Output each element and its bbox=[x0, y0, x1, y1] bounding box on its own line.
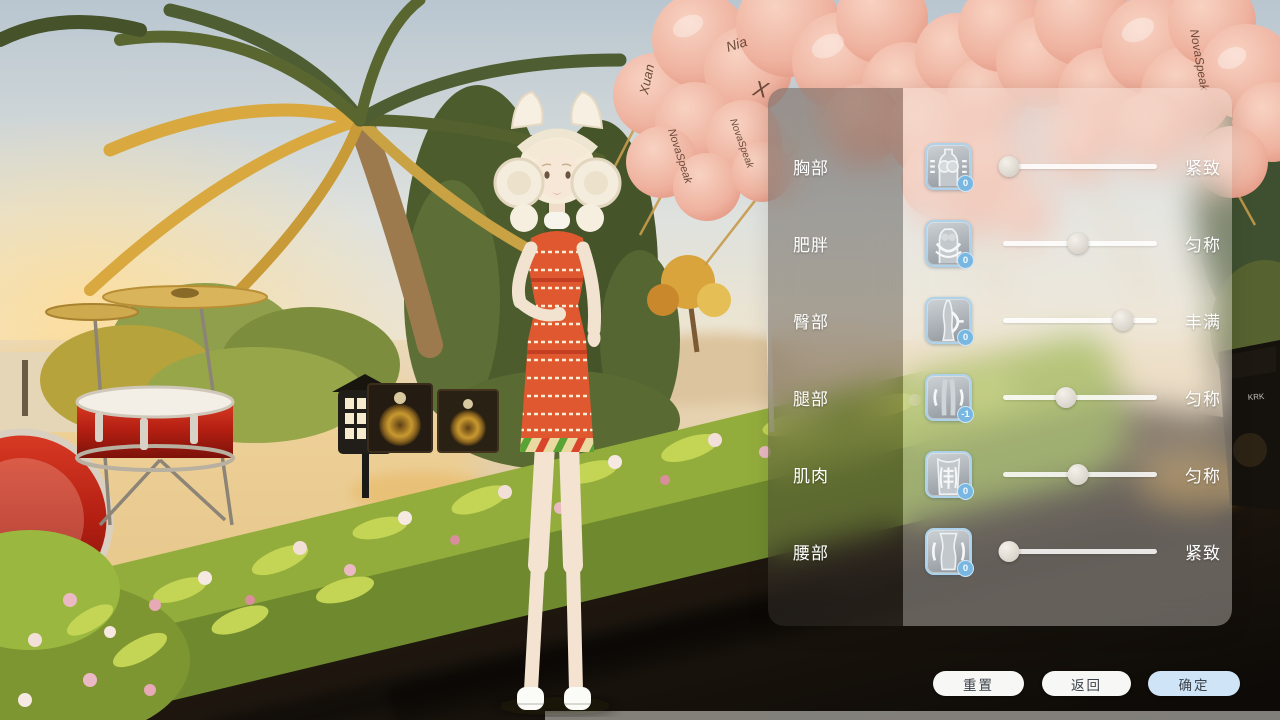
slider-handle[interactable] bbox=[1068, 464, 1089, 485]
slider-value-label: 紧致 bbox=[1185, 539, 1221, 564]
confirm-button[interactable]: 确定 bbox=[1148, 671, 1240, 696]
reset-button[interactable]: 重置 bbox=[933, 671, 1024, 696]
slider-handle[interactable] bbox=[999, 156, 1020, 177]
slider-track[interactable] bbox=[1003, 395, 1157, 400]
speaker-brand-text: KRK bbox=[1248, 392, 1266, 402]
slider-handle[interactable] bbox=[1056, 387, 1077, 408]
slider-value-label: 匀称 bbox=[1185, 231, 1221, 256]
icon-count-badge: 0 bbox=[957, 175, 974, 192]
body-slider[interactable] bbox=[1003, 387, 1157, 409]
body-slider[interactable] bbox=[1003, 464, 1157, 486]
slider-handle[interactable] bbox=[1113, 310, 1134, 331]
slider-value-label: 丰满 bbox=[1185, 308, 1221, 333]
body-part-icon-button[interactable]: 0 bbox=[925, 297, 972, 344]
body-part-label: 肌肉 bbox=[768, 462, 903, 487]
body-slider[interactable] bbox=[1003, 541, 1157, 563]
body-part-row: 臀部 0 丰满 bbox=[768, 282, 1232, 359]
slider-value-label: 匀称 bbox=[1185, 462, 1221, 487]
body-part-row: 腰部 0 紧致 bbox=[768, 513, 1232, 590]
body-part-row: 腿部 -1 匀称 bbox=[768, 359, 1232, 436]
back-button[interactable]: 返回 bbox=[1042, 671, 1131, 696]
slider-track[interactable] bbox=[1003, 164, 1157, 169]
body-part-icon-button[interactable]: -1 bbox=[925, 374, 972, 421]
slider-handle[interactable] bbox=[999, 541, 1020, 562]
icon-count-badge: -1 bbox=[957, 406, 974, 423]
body-part-label: 臀部 bbox=[768, 308, 903, 333]
slider-handle[interactable] bbox=[1068, 233, 1089, 254]
body-slider[interactable] bbox=[1003, 233, 1157, 255]
speakers-left bbox=[368, 384, 498, 452]
body-part-label: 腿部 bbox=[768, 385, 903, 410]
slider-value-label: 匀称 bbox=[1185, 385, 1221, 410]
body-part-label: 肥胖 bbox=[768, 231, 903, 256]
slider-value-label: 紧致 bbox=[1185, 154, 1221, 179]
body-part-icon-button[interactable]: 0 bbox=[925, 143, 972, 190]
icon-count-badge: 0 bbox=[957, 483, 974, 500]
body-customization-panel: 胸部 0 紧致 肥胖 0 匀称 臀部 0 丰满 bbox=[768, 88, 1232, 626]
body-part-row: 肥胖 0 匀称 bbox=[768, 205, 1232, 282]
icon-count-badge: 0 bbox=[957, 252, 974, 269]
body-part-icon-button[interactable]: 0 bbox=[925, 451, 972, 498]
slider-track[interactable] bbox=[1003, 318, 1157, 323]
slider-track[interactable] bbox=[1003, 549, 1157, 554]
body-part-row: 肌肉 0 匀称 bbox=[768, 436, 1232, 513]
body-slider[interactable] bbox=[1003, 156, 1157, 178]
body-slider-rows: 胸部 0 紧致 肥胖 0 匀称 臀部 0 丰满 bbox=[768, 128, 1232, 590]
icon-count-badge: 0 bbox=[957, 329, 974, 346]
body-part-label: 胸部 bbox=[768, 154, 903, 179]
body-part-row: 胸部 0 紧致 bbox=[768, 128, 1232, 205]
body-part-icon-button[interactable]: 0 bbox=[925, 220, 972, 267]
game-viewport[interactable]: KRK bbox=[0, 0, 1280, 720]
body-part-label: 腰部 bbox=[768, 539, 903, 564]
icon-count-badge: 0 bbox=[957, 560, 974, 577]
body-slider[interactable] bbox=[1003, 310, 1157, 332]
body-part-icon-button[interactable]: 0 bbox=[925, 528, 972, 575]
